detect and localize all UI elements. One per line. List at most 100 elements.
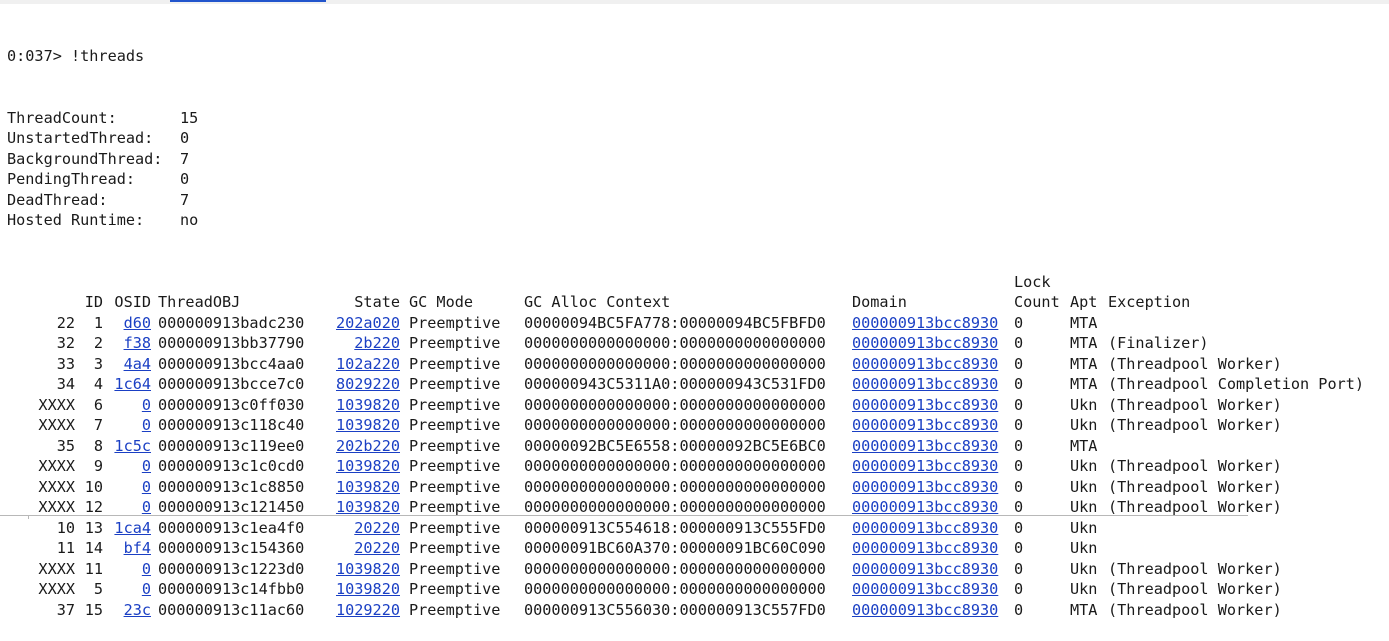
summary-line: ThreadCount: 15 xyxy=(7,108,1364,129)
cell-debugger-thread-id: 32 xyxy=(56,334,75,352)
osid-link[interactable]: d60 xyxy=(124,314,151,332)
summary-value: 7 xyxy=(180,149,190,168)
osid-link[interactable]: 4a4 xyxy=(124,355,151,373)
osid-link[interactable]: 1c5c xyxy=(114,437,151,455)
state-link[interactable]: 102a220 xyxy=(336,355,400,373)
cell-exception: (Threadpool Worker) xyxy=(1108,600,1282,619)
cell-domain: 000000913bcc8930 xyxy=(850,415,1014,436)
cell-debugger-thread-id: XXXX xyxy=(38,580,75,598)
state-link[interactable]: 1039820 xyxy=(336,416,400,434)
domain-link[interactable]: 000000913bcc8930 xyxy=(852,580,998,598)
domain-link[interactable]: 000000913bcc8930 xyxy=(852,539,998,557)
cell-threadobj: 000000913c119ee0 xyxy=(158,436,305,455)
cell-threadobj: 000000913c118c40 xyxy=(158,416,305,434)
domain-link[interactable]: 000000913bcc8930 xyxy=(852,437,998,455)
cell-exception: (Threadpool Worker) xyxy=(1108,559,1282,578)
domain-link[interactable]: 000000913bcc8930 xyxy=(852,560,998,578)
state-link[interactable]: 1039820 xyxy=(336,560,400,578)
cell-id: 4 xyxy=(93,375,103,393)
domain-link[interactable]: 000000913bcc8930 xyxy=(852,457,998,475)
state-link[interactable]: 1039820 xyxy=(336,457,400,475)
state-link[interactable]: 1029220 xyxy=(336,601,400,619)
column-header-threadobj: ThreadOBJ xyxy=(158,293,241,311)
cell-id: 11 xyxy=(84,559,103,578)
cell-state: 2b220 xyxy=(328,333,400,354)
state-link[interactable]: 8029220 xyxy=(336,375,400,393)
cell-lock-count: 0 xyxy=(1014,518,1024,537)
cell-id: 10 xyxy=(84,477,103,496)
cell-domain: 000000913bcc8930 xyxy=(850,559,1014,580)
cell-apt: MTA xyxy=(1070,354,1098,373)
cell-domain: 000000913bcc8930 xyxy=(850,354,1014,375)
table-row: XXXX 11 0 000000913c1223d0 1039820 Preemptive… xyxy=(7,559,1364,580)
state-link[interactable]: 20220 xyxy=(354,519,400,537)
cell-id: 14 xyxy=(84,539,103,557)
cell-gc-mode: Preemptive xyxy=(409,518,501,537)
cell-lock-count: 0 xyxy=(1014,457,1024,475)
column-header-id: ID xyxy=(84,293,103,311)
cell-osid: 0 xyxy=(103,477,151,498)
cell-state: 1029220 xyxy=(328,600,400,621)
state-link[interactable]: 1039820 xyxy=(336,478,400,496)
osid-link[interactable]: bf4 xyxy=(124,539,151,557)
cell-state: 102a220 xyxy=(328,354,400,375)
state-link[interactable]: 1039820 xyxy=(336,580,400,598)
cell-gc-alloc-context: 0000000000000000:0000000000000000 xyxy=(524,559,826,578)
osid-link[interactable]: f38 xyxy=(124,334,151,352)
domain-link[interactable]: 000000913bcc8930 xyxy=(852,519,998,537)
state-link[interactable]: 1039820 xyxy=(336,498,400,516)
summary-label: BackgroundThread: xyxy=(7,149,163,168)
cell-gc-alloc-context: 000000913C556030:000000913C557FD0 xyxy=(524,600,826,619)
cell-gc-alloc-context: 00000094BC5FA778:00000094BC5FBFD0 xyxy=(524,313,826,332)
state-link[interactable]: 202b220 xyxy=(336,437,400,455)
horizontal-scrollbar-track[interactable] xyxy=(0,515,1248,516)
osid-link[interactable]: 0 xyxy=(142,478,151,496)
cell-lock-count: 0 xyxy=(1014,477,1024,496)
table-row: 10 13 1ca4 000000913c1ea4f0 20220 Preemptive 0… xyxy=(7,518,1364,539)
domain-link[interactable]: 000000913bcc8930 xyxy=(852,375,998,393)
domain-link[interactable]: 000000913bcc8930 xyxy=(852,498,998,516)
summary-line: PendingThread: 0 xyxy=(7,169,1364,190)
state-link[interactable]: 1039820 xyxy=(336,396,400,414)
cell-state: 1039820 xyxy=(328,559,400,580)
state-link[interactable]: 2b220 xyxy=(354,334,400,352)
osid-link[interactable]: 0 xyxy=(142,560,151,578)
domain-link[interactable]: 000000913bcc8930 xyxy=(852,355,998,373)
domain-link[interactable]: 000000913bcc8930 xyxy=(852,396,998,414)
osid-link[interactable]: 0 xyxy=(142,580,151,598)
cell-gc-alloc-context: 000000943C5311A0:000000943C531FD0 xyxy=(524,375,826,393)
osid-link[interactable]: 0 xyxy=(142,396,151,414)
domain-link[interactable]: 000000913bcc8930 xyxy=(852,314,998,332)
state-link[interactable]: 202a020 xyxy=(336,314,400,332)
osid-link[interactable]: 1ca4 xyxy=(114,519,151,537)
osid-link[interactable]: 23c xyxy=(124,601,151,619)
cell-domain: 000000913bcc8930 xyxy=(850,579,1014,600)
domain-link[interactable]: 000000913bcc8930 xyxy=(852,334,998,352)
osid-link[interactable]: 0 xyxy=(142,457,151,475)
summary-label: UnstartedThread: xyxy=(7,129,154,147)
scrollbar-edge-mark xyxy=(28,515,29,519)
column-header-exception: Exception xyxy=(1108,293,1191,311)
summary-line: Hosted Runtime: no xyxy=(7,210,1364,231)
cell-debugger-thread-id: XXXX xyxy=(38,416,75,434)
previous-output-link-fragment[interactable] xyxy=(170,0,326,2)
osid-link[interactable]: 0 xyxy=(142,416,151,434)
table-row: XXXX 6 0 000000913c0ff030 1039820 Preemptive 0… xyxy=(7,395,1364,416)
osid-link[interactable]: 0 xyxy=(142,498,151,516)
debugger-console-output: 0:037> !threads ThreadCount: 15 UnstartedT… xyxy=(7,5,1364,641)
osid-link[interactable]: 1c64 xyxy=(114,375,151,393)
domain-link[interactable]: 000000913bcc8930 xyxy=(852,601,998,619)
column-header-lock: Lock xyxy=(1014,272,1051,291)
cell-lock-count: 0 xyxy=(1014,600,1024,619)
cell-gc-mode: Preemptive xyxy=(409,436,501,455)
column-header-lock-count: Count xyxy=(1014,293,1060,311)
cell-debugger-thread-id: XXXX xyxy=(38,395,75,414)
column-header-domain: Domain xyxy=(852,293,907,311)
domain-link[interactable]: 000000913bcc8930 xyxy=(852,416,998,434)
cell-debugger-thread-id: 22 xyxy=(56,313,75,332)
cell-exception: (Threadpool Worker) xyxy=(1108,395,1282,414)
state-link[interactable]: 20220 xyxy=(354,539,400,557)
domain-link[interactable]: 000000913bcc8930 xyxy=(852,478,998,496)
cell-gc-alloc-context: 0000000000000000:0000000000000000 xyxy=(524,334,826,352)
cell-osid: 0 xyxy=(103,415,151,436)
